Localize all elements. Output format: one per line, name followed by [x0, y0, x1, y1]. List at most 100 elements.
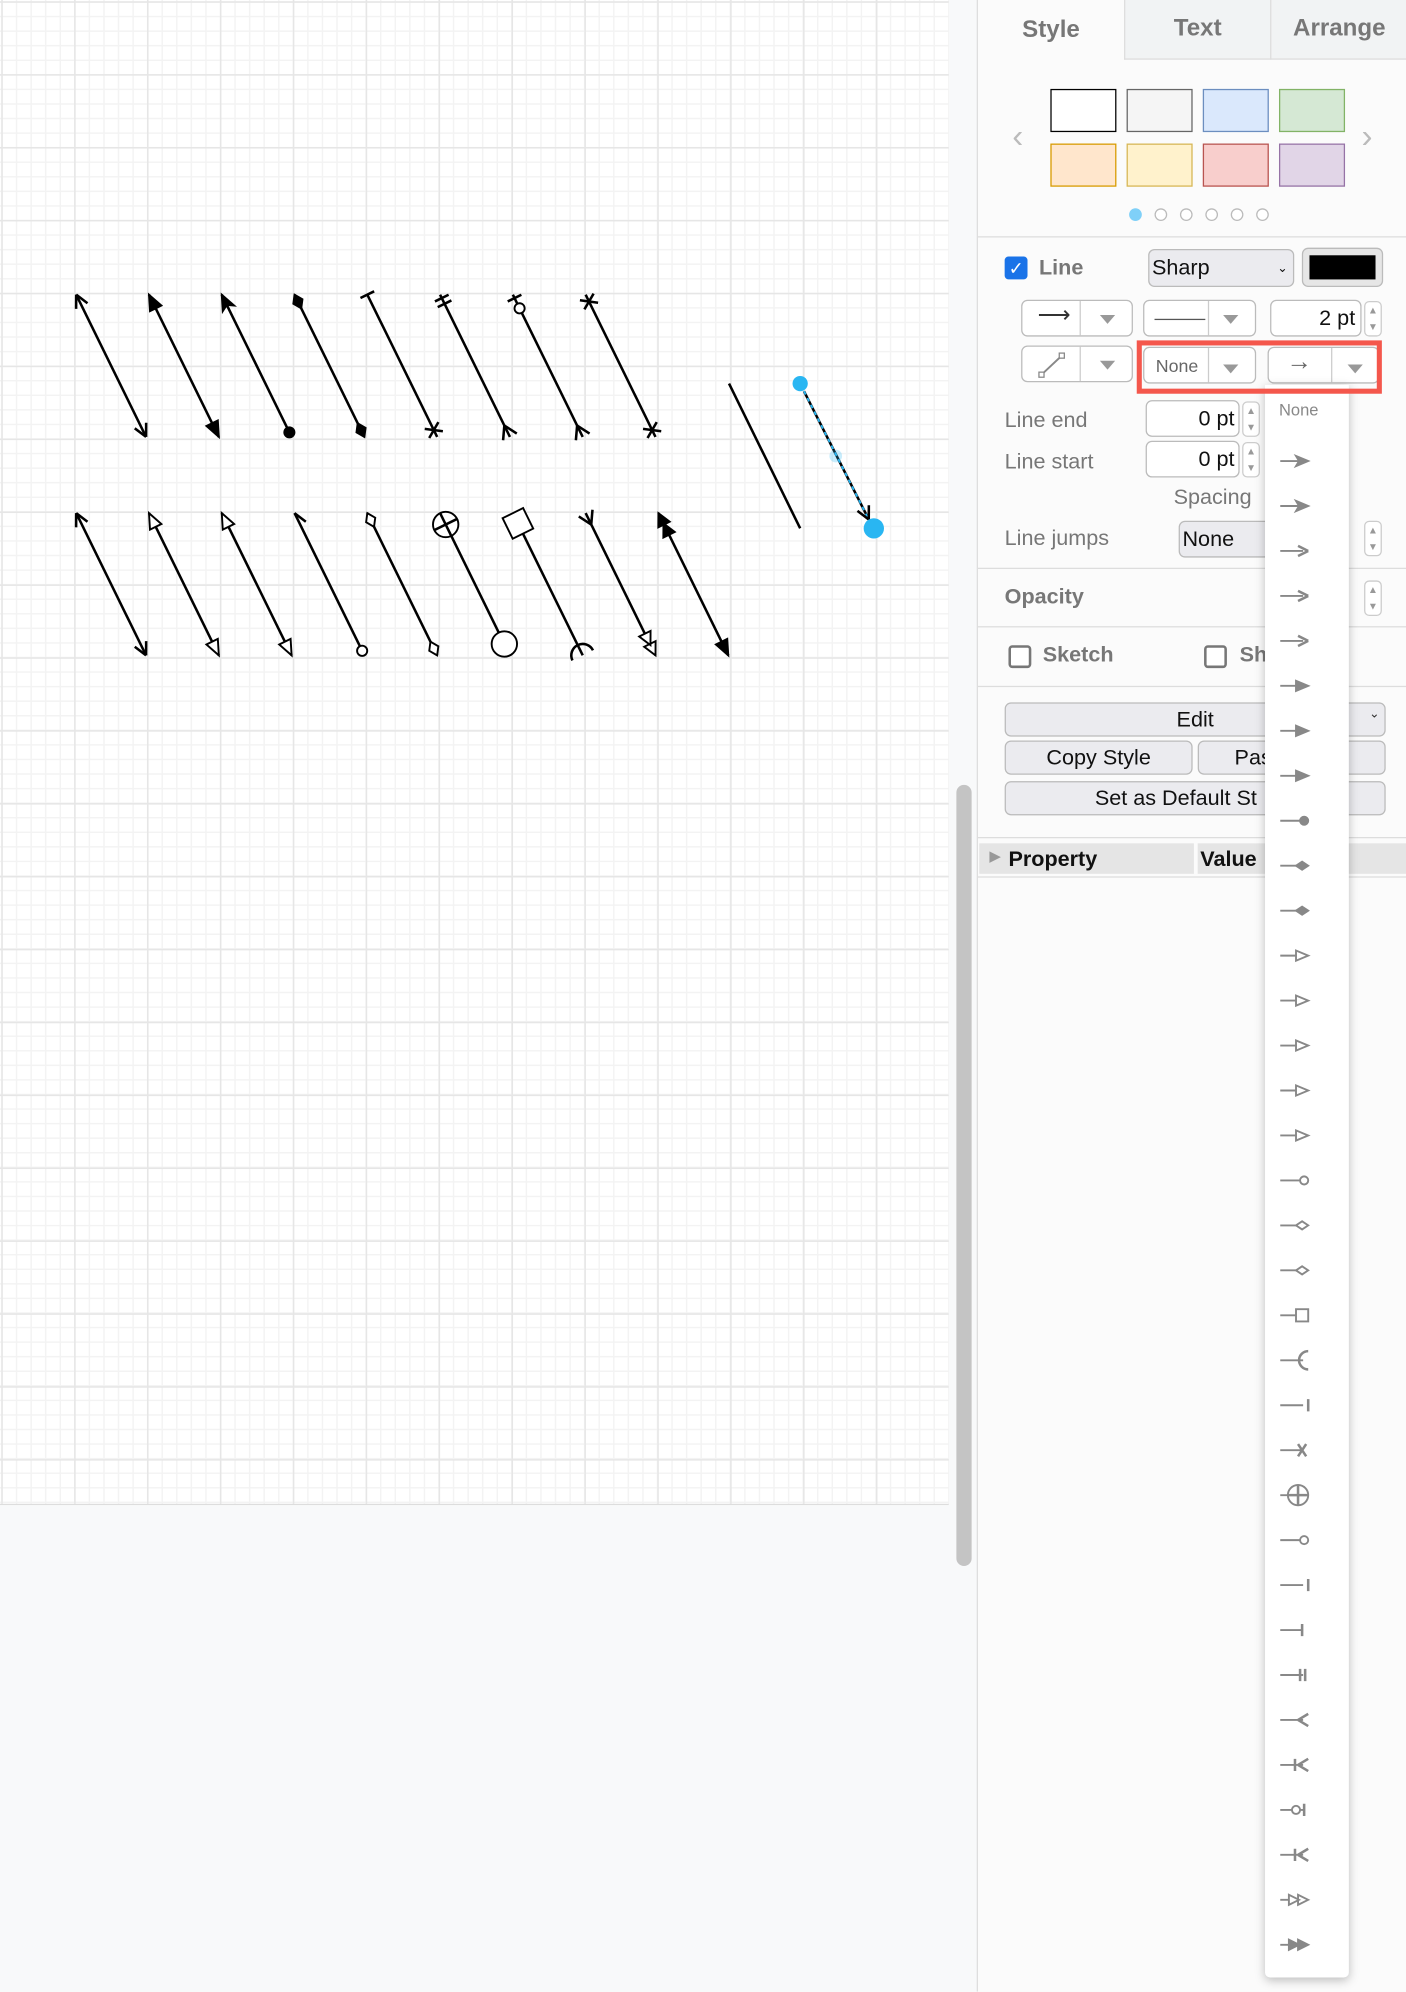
connector-edge[interactable] — [434, 293, 518, 441]
connector-edge[interactable] — [147, 292, 220, 440]
connector-edge[interactable] — [220, 292, 296, 439]
dropdown-item-openAsync[interactable] — [1268, 621, 1347, 662]
dropdown-item-diamondThin-open[interactable] — [1268, 1250, 1347, 1291]
style-swatch[interactable] — [1050, 88, 1117, 133]
page-dot[interactable] — [1230, 208, 1244, 221]
marker-blockOpen — [204, 637, 220, 658]
arrow-right-icon: ⟶ — [1037, 302, 1071, 328]
chevron-down-icon[interactable]: ⌄ — [1369, 707, 1380, 721]
opacity-stepper[interactable]: ▲ ▼ — [1364, 580, 1382, 616]
dropdown-item-oval[interactable] — [1268, 800, 1347, 841]
connector-edge[interactable] — [359, 290, 444, 439]
dropdown-item-ERmany[interactable] — [1268, 1700, 1347, 1741]
connector-edge[interactable] — [292, 293, 367, 439]
tab-text[interactable]: Text — [1124, 0, 1271, 60]
selected-edge[interactable] — [792, 375, 884, 539]
edge-line — [727, 383, 802, 529]
line-width-stepper[interactable]: ▲ ▼ — [1364, 301, 1382, 337]
dropdown-item-ERmandOne[interactable] — [1268, 1655, 1347, 1696]
dropdown-item-circlePlus[interactable] — [1268, 1475, 1347, 1516]
shadow-checkbox[interactable] — [1204, 645, 1227, 669]
dropdown-item-circle[interactable] — [1268, 1520, 1347, 1561]
property-header[interactable]: ▶ Property — [979, 843, 1194, 874]
chevron-left-icon[interactable]: ‹ — [1012, 117, 1023, 156]
dropdown-item-block-open[interactable] — [1268, 1025, 1347, 1066]
jump-size-stepper[interactable]: ▲ ▼ — [1364, 520, 1382, 557]
dropdown-item-oval-open[interactable] — [1268, 1160, 1347, 1201]
line-color-button[interactable] — [1301, 247, 1384, 288]
connector-edge[interactable] — [432, 510, 519, 658]
connector-edge[interactable] — [507, 293, 591, 441]
dropdown-item-diamond[interactable] — [1268, 845, 1347, 886]
pattern-select[interactable] — [1143, 299, 1257, 337]
dropdown-item-baseDash[interactable] — [1268, 1565, 1347, 1606]
dropdown-item-async[interactable] — [1268, 755, 1347, 796]
dropdown-item-ERoneToMany[interactable] — [1268, 1745, 1347, 1786]
copy-style-button[interactable]: Copy Style — [1004, 740, 1193, 775]
line-end-input[interactable]: 0 pt — [1145, 400, 1240, 437]
line-style-select[interactable]: Sharp ⌄ — [1148, 248, 1295, 288]
dropdown-item-diamondThin[interactable] — [1268, 890, 1347, 931]
dropdown-item-ERzeroToMany[interactable] — [1268, 1835, 1347, 1876]
dropdown-item-diamond-open[interactable] — [1268, 1205, 1347, 1246]
style-swatch[interactable] — [1126, 88, 1193, 133]
style-swatch[interactable] — [1126, 143, 1193, 187]
connector-edge[interactable] — [147, 510, 220, 658]
chevron-right-icon[interactable]: › — [1362, 117, 1373, 156]
marker-ovalOpen — [356, 644, 369, 657]
style-swatch[interactable] — [1202, 88, 1269, 133]
connector-edge[interactable] — [579, 292, 662, 439]
page-dot[interactable] — [1179, 208, 1193, 221]
connector-edge[interactable] — [220, 510, 293, 658]
line-start-stepper[interactable]: ▲ ▼ — [1242, 441, 1260, 478]
line-start-input[interactable]: 0 pt — [1145, 440, 1240, 478]
page-dot[interactable] — [1129, 208, 1142, 221]
midpoint-handle[interactable] — [829, 449, 843, 463]
vertical-scrollbar[interactable] — [956, 784, 972, 1567]
line-end-stepper[interactable]: ▲ ▼ — [1242, 401, 1260, 437]
sketch-checkbox[interactable] — [1008, 645, 1032, 669]
marker-many — [501, 425, 506, 441]
style-swatch[interactable] — [1050, 143, 1117, 187]
diagram-canvas[interactable] — [0, 0, 949, 1506]
dropdown-item-open[interactable] — [1268, 531, 1347, 572]
dropdown-item-blockThin-open[interactable] — [1268, 1070, 1347, 1111]
connector-edge[interactable] — [293, 512, 369, 657]
style-swatch[interactable] — [1278, 88, 1346, 133]
connector-edge[interactable] — [365, 511, 440, 657]
dropdown-item-classic-open[interactable] — [1268, 935, 1347, 976]
connector-edge[interactable] — [578, 509, 657, 658]
style-swatch[interactable] — [1278, 143, 1346, 187]
dropdown-item-ERone[interactable] — [1268, 1610, 1347, 1651]
dropdown-item-classic[interactable] — [1268, 441, 1347, 482]
dropdown-item-block[interactable] — [1268, 666, 1347, 707]
dropdown-item-ERzeroToOne[interactable] — [1268, 1790, 1347, 1831]
dropdown-item-blockThin[interactable] — [1268, 710, 1347, 751]
dropdown-item-doubleBlock[interactable] — [1268, 1924, 1347, 1965]
dropdown-item-classicThin[interactable] — [1268, 486, 1347, 527]
connection-type-select[interactable]: ⟶ — [1021, 299, 1133, 337]
dropdown-item-box[interactable] — [1268, 1295, 1347, 1336]
dropdown-item-classicThin-open[interactable] — [1268, 980, 1347, 1021]
tab-style[interactable]: Style — [978, 0, 1124, 60]
connector-edge[interactable] — [657, 511, 730, 658]
connector-edge[interactable] — [74, 293, 148, 438]
waypoints-select[interactable] — [1021, 345, 1133, 383]
dropdown-item-doubleBlock-open[interactable] — [1268, 1879, 1347, 1920]
end-handle[interactable] — [863, 518, 884, 539]
dropdown-item-halfCircle[interactable] — [1268, 1340, 1347, 1381]
style-swatch[interactable] — [1202, 143, 1269, 187]
line-width-input[interactable]: 2 pt — [1270, 299, 1362, 337]
page-dot[interactable] — [1154, 208, 1168, 221]
dropdown-item-cross[interactable] — [1268, 1430, 1347, 1471]
connector-edge[interactable] — [74, 512, 148, 657]
dropdown-item-dash[interactable] — [1268, 1385, 1347, 1426]
page-dot[interactable] — [1205, 208, 1219, 221]
dropdown-item-openThin[interactable] — [1268, 576, 1347, 617]
start-handle[interactable] — [792, 375, 808, 392]
dropdown-item-async-open[interactable] — [1268, 1115, 1347, 1156]
line-checkbox[interactable]: ✓ — [1004, 256, 1028, 280]
plain-edge[interactable] — [727, 383, 802, 529]
tab-arrange[interactable]: Arrange — [1270, 0, 1406, 60]
page-dot[interactable] — [1256, 208, 1269, 221]
